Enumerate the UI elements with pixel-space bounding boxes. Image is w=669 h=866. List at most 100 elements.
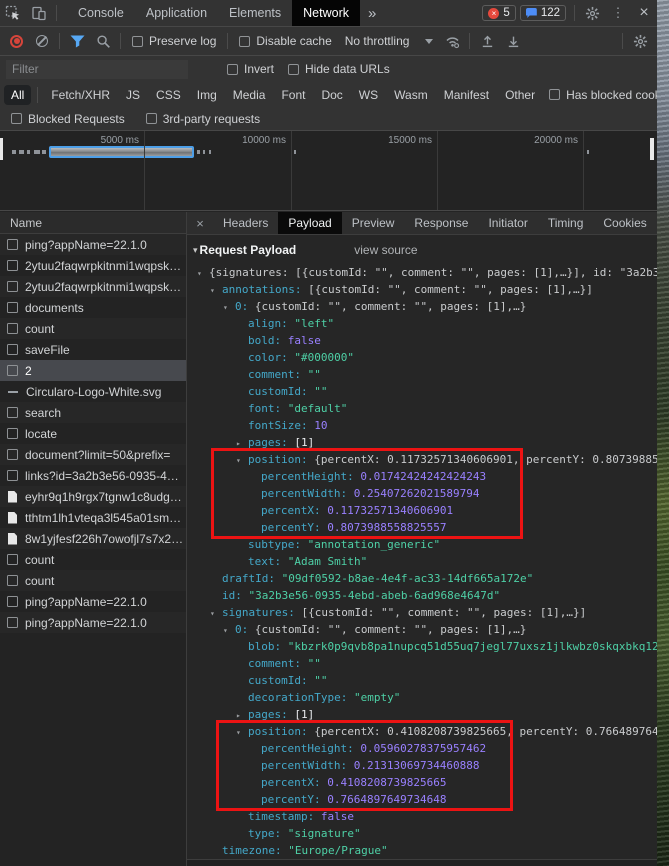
pill-other[interactable]: Other bbox=[498, 85, 542, 105]
import-har-icon[interactable] bbox=[474, 28, 500, 54]
payload-line-root[interactable]: ▾{signatures: [{customId: "", comment: "… bbox=[187, 264, 657, 281]
detail-tab-timing[interactable]: Timing bbox=[538, 212, 594, 234]
preserve-log-checkbox[interactable] bbox=[132, 36, 143, 47]
disable-cache-checkbox[interactable] bbox=[239, 36, 250, 47]
tab-console[interactable]: Console bbox=[67, 0, 135, 26]
filter-funnel-icon[interactable] bbox=[64, 28, 90, 54]
generic-type-icon bbox=[7, 407, 18, 418]
detail-tab-response[interactable]: Response bbox=[404, 212, 478, 234]
record-network-log-icon[interactable] bbox=[10, 35, 23, 48]
request-row[interactable]: 2ytuu2faqwrpkitnmi1wqpsk… bbox=[0, 276, 186, 297]
device-toolbar-icon[interactable] bbox=[26, 0, 52, 26]
request-name: saveFile bbox=[25, 343, 186, 357]
tab-application[interactable]: Application bbox=[135, 0, 218, 26]
request-row[interactable]: ping?appName=22.1.0 bbox=[0, 591, 186, 612]
pill-font[interactable]: Font bbox=[274, 85, 312, 105]
request-row[interactable]: ping?appName=22.1.0 bbox=[0, 612, 186, 633]
pill-img[interactable]: Img bbox=[190, 85, 224, 105]
tree-toggle-icon[interactable]: ▸ bbox=[236, 435, 248, 452]
throttling-select[interactable]: No throttling bbox=[345, 34, 434, 48]
document-type-icon bbox=[8, 533, 17, 545]
request-row[interactable]: ping?appName=22.1.0 bbox=[0, 234, 186, 255]
pill-media[interactable]: Media bbox=[226, 85, 273, 105]
more-tabs-button[interactable]: » bbox=[360, 5, 384, 22]
request-row[interactable]: locate bbox=[0, 423, 186, 444]
pill-all[interactable]: All bbox=[4, 85, 31, 105]
tree-toggle-icon[interactable]: ▾ bbox=[210, 282, 222, 299]
detail-tab-payload[interactable]: Payload bbox=[278, 212, 341, 234]
request-row[interactable]: 8w1yjfesf226h7owofjl7s7x23… bbox=[0, 528, 186, 549]
tab-network[interactable]: Network bbox=[292, 0, 360, 26]
request-row[interactable]: links?id=3a2b3e56-0935-4e… bbox=[0, 465, 186, 486]
request-payload-disclosure-icon[interactable]: ▾ bbox=[193, 245, 198, 256]
hide-data-urls-checkbox[interactable] bbox=[288, 64, 299, 75]
pill-js[interactable]: JS bbox=[119, 85, 147, 105]
request-row[interactable]: documents bbox=[0, 297, 186, 318]
payload-line-font: font: "default" bbox=[187, 400, 657, 417]
detail-tab-headers[interactable]: Headers bbox=[213, 212, 278, 234]
tree-toggle-icon[interactable]: ▾ bbox=[236, 452, 248, 469]
pill-manifest[interactable]: Manifest bbox=[437, 85, 496, 105]
timeline-right-handle[interactable] bbox=[650, 138, 654, 160]
search-icon[interactable] bbox=[90, 28, 116, 54]
has-blocked-cookies-checkbox[interactable] bbox=[549, 89, 560, 100]
payload-key: comment: bbox=[248, 368, 308, 381]
blocked-requests-checkbox[interactable] bbox=[11, 113, 22, 124]
pill-wasm[interactable]: Wasm bbox=[387, 85, 435, 105]
tree-toggle-icon[interactable]: ▸ bbox=[236, 707, 248, 724]
request-row[interactable]: count bbox=[0, 318, 186, 339]
pill-css[interactable]: CSS bbox=[149, 85, 188, 105]
network-settings-gear-icon[interactable] bbox=[627, 28, 653, 54]
request-row[interactable]: count bbox=[0, 570, 186, 591]
view-source-link[interactable]: view source bbox=[354, 243, 417, 257]
inspect-element-icon[interactable] bbox=[0, 0, 26, 26]
close-detail-icon[interactable]: × bbox=[187, 212, 213, 234]
detail-tab-initiator[interactable]: Initiator bbox=[478, 212, 537, 234]
tab-elements[interactable]: Elements bbox=[218, 0, 292, 26]
timeline-selection[interactable] bbox=[49, 146, 194, 158]
payload-line-pages[interactable]: ▸pages: [1] bbox=[187, 434, 657, 451]
settings-gear-icon[interactable] bbox=[579, 0, 605, 26]
network-overview-timeline[interactable]: 5000 ms10000 ms15000 ms20000 ms bbox=[0, 131, 657, 211]
error-badge[interactable]: × 5 bbox=[482, 5, 515, 21]
pill-ws[interactable]: WS bbox=[352, 85, 385, 105]
request-row[interactable]: saveFile bbox=[0, 339, 186, 360]
third-party-requests-checkbox[interactable] bbox=[146, 113, 157, 124]
pill-doc[interactable]: Doc bbox=[314, 85, 349, 105]
tree-toggle-icon[interactable]: ▾ bbox=[210, 605, 222, 622]
request-row[interactable]: eyhr9q1h9rgx7tgnw1c8udg… bbox=[0, 486, 186, 507]
message-badge[interactable]: 122 bbox=[520, 5, 566, 21]
tree-toggle-icon[interactable]: ▾ bbox=[223, 622, 235, 639]
tree-toggle-icon[interactable]: ▾ bbox=[236, 724, 248, 741]
payload-line-signatures[interactable]: ▾signatures: [{customId: "", comment: ""… bbox=[187, 604, 657, 621]
payload-key: subtype: bbox=[248, 538, 308, 551]
detail-tab-cookies[interactable]: Cookies bbox=[593, 212, 656, 234]
payload-line-position[interactable]: ▾position: {percentX: 0.4108208739825665… bbox=[187, 723, 657, 740]
payload-line-pages[interactable]: ▸pages: [1] bbox=[187, 706, 657, 723]
tree-toggle-icon[interactable]: ▾ bbox=[223, 299, 235, 316]
clear-network-log-icon[interactable] bbox=[36, 35, 48, 47]
close-devtools-icon[interactable]: × bbox=[631, 0, 657, 26]
export-har-icon[interactable] bbox=[500, 28, 526, 54]
detail-tab-preview[interactable]: Preview bbox=[342, 212, 405, 234]
tree-toggle-icon[interactable]: ▾ bbox=[197, 265, 209, 282]
payload-line-position[interactable]: ▾position: {percentX: 0.1173257134060690… bbox=[187, 451, 657, 468]
payload-value: 0.01742424242424243 bbox=[360, 470, 486, 483]
payload-line-annotations[interactable]: ▾annotations: [{customId: "", comment: "… bbox=[187, 281, 657, 298]
timeline-left-handle[interactable] bbox=[0, 138, 3, 160]
pill-fetch-xhr[interactable]: Fetch/XHR bbox=[44, 85, 117, 105]
request-row[interactable]: 2ytuu2faqwrpkitnmi1wqpsk… bbox=[0, 255, 186, 276]
name-column-header[interactable]: Name bbox=[0, 212, 186, 234]
request-row[interactable]: search bbox=[0, 402, 186, 423]
payload-line-0[interactable]: ▾0: {customId: "", comment: "", pages: [… bbox=[187, 298, 657, 315]
filter-input[interactable] bbox=[6, 60, 188, 79]
payload-line-0[interactable]: ▾0: {customId: "", comment: "", pages: [… bbox=[187, 621, 657, 638]
network-conditions-icon[interactable] bbox=[439, 28, 465, 54]
kebab-menu-icon[interactable]: ⋮ bbox=[605, 0, 631, 26]
request-row[interactable]: count bbox=[0, 549, 186, 570]
request-row[interactable]: 2 bbox=[0, 360, 186, 381]
invert-checkbox[interactable] bbox=[227, 64, 238, 75]
request-row[interactable]: Circularo-Logo-White.svg bbox=[0, 381, 186, 402]
request-row[interactable]: tthtm1lh1vteqa3l545a01smf… bbox=[0, 507, 186, 528]
request-row[interactable]: document?limit=50&prefix= bbox=[0, 444, 186, 465]
